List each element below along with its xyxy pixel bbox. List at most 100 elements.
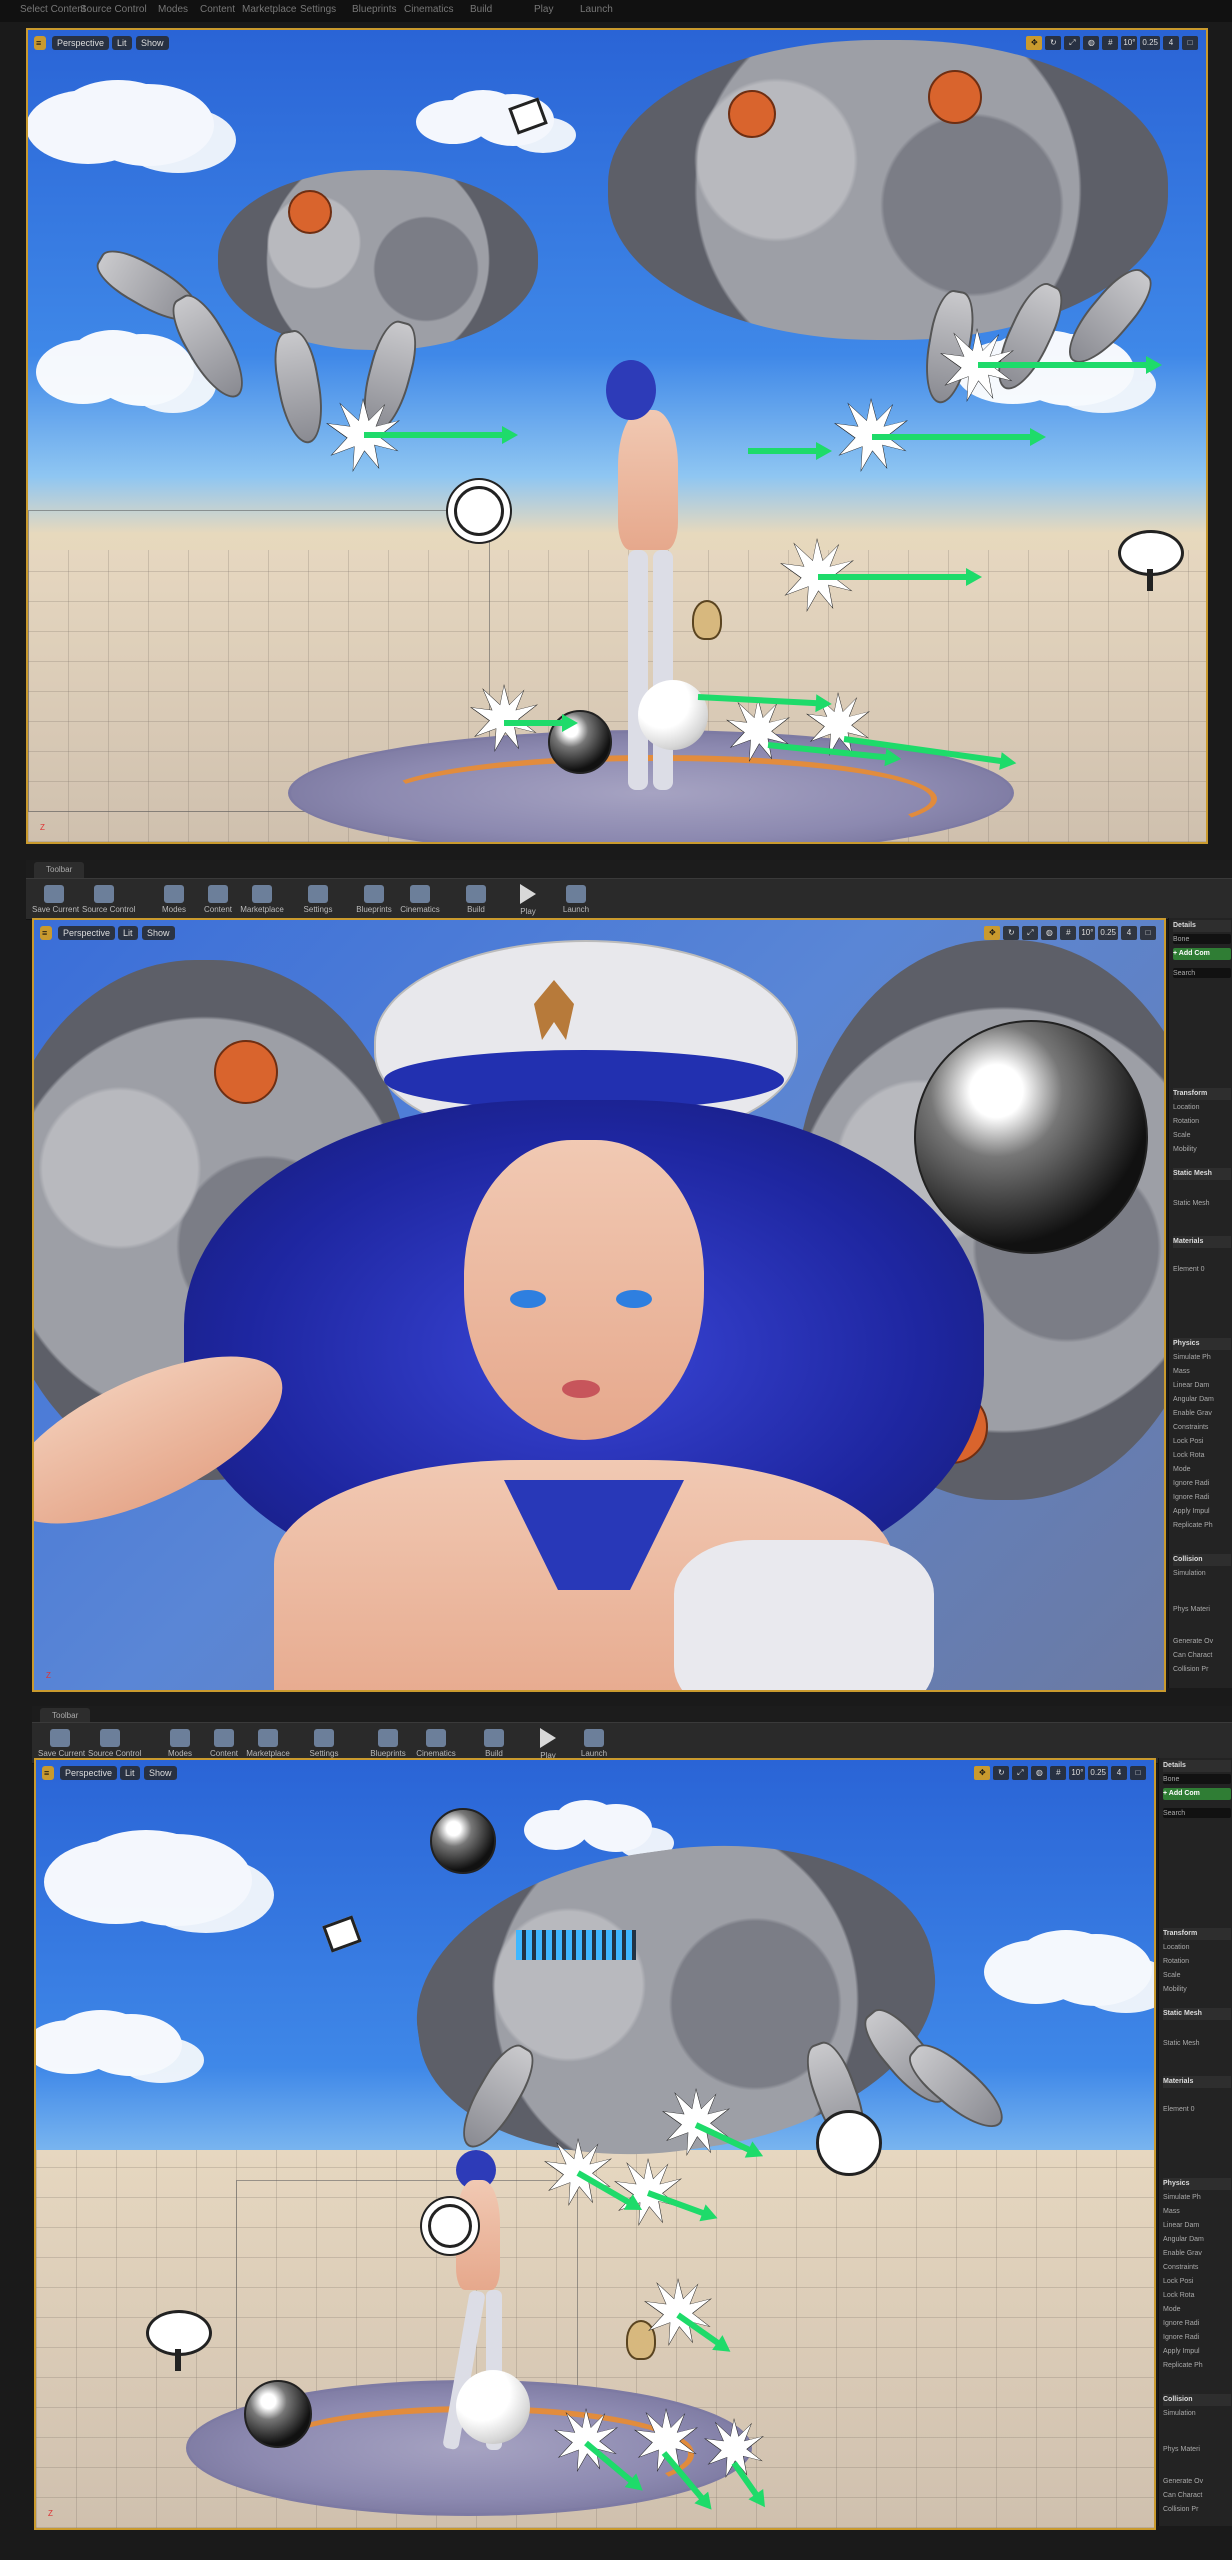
rotate-icon[interactable]: ↻ xyxy=(1045,36,1062,50)
world-icon[interactable]: ◍ xyxy=(1083,36,1100,50)
section-header[interactable]: Transform xyxy=(1163,1928,1231,1940)
translate-icon[interactable]: ✥ xyxy=(974,1766,991,1780)
viewport-menu-button[interactable]: ≡ xyxy=(34,36,46,50)
add-component-button[interactable]: + Add Com xyxy=(1173,948,1231,960)
lit-button[interactable]: Lit xyxy=(120,1766,140,1780)
modes-button[interactable]: Modes xyxy=(152,883,196,923)
lit-button[interactable]: Lit xyxy=(112,36,132,50)
section-header[interactable]: Materials xyxy=(1163,2076,1231,2088)
show-button[interactable]: Show xyxy=(142,926,175,940)
reflection-sphere-icon[interactable] xyxy=(430,1808,496,1874)
actor-name-field[interactable]: Bone xyxy=(1173,934,1231,944)
camera-count[interactable]: 4 xyxy=(1121,926,1137,940)
content-button[interactable]: Content xyxy=(196,883,240,923)
camera-gizmo-icon[interactable] xyxy=(322,1915,362,1953)
grid-value[interactable]: 10° xyxy=(1079,926,1096,940)
cinematics-button[interactable]: Cinematics xyxy=(398,883,442,923)
camera-speed[interactable]: 0.25 xyxy=(1098,926,1118,940)
grid-snap-icon[interactable]: # xyxy=(1050,1766,1067,1780)
show-button[interactable]: Show xyxy=(136,36,169,50)
source-control-button[interactable]: Source Control xyxy=(82,883,135,923)
menu-item[interactable]: Select Content xyxy=(20,4,86,15)
viewport-menu-button[interactable]: ≡ xyxy=(40,926,52,940)
section-header[interactable]: Physics xyxy=(1163,2178,1231,2190)
build-button[interactable]: Build xyxy=(454,883,498,923)
world-icon[interactable]: ◍ xyxy=(1031,1766,1048,1780)
sun-light-icon[interactable] xyxy=(454,486,504,536)
section-header[interactable]: Collision xyxy=(1163,2394,1231,2406)
grid-value[interactable]: 10° xyxy=(1069,1766,1086,1780)
menu-item[interactable]: Source Control xyxy=(80,4,147,15)
back-arrow-icon[interactable] xyxy=(816,2110,882,2176)
menu-item[interactable]: Marketplace xyxy=(242,4,296,15)
white-sphere-mesh[interactable] xyxy=(456,2370,530,2444)
menu-item[interactable]: Settings xyxy=(300,4,336,15)
sky-atmosphere-icon[interactable] xyxy=(146,2310,212,2371)
sun-light-icon[interactable] xyxy=(428,2204,472,2248)
launch-button[interactable]: Launch xyxy=(554,883,598,923)
section-header[interactable]: Static Mesh xyxy=(1173,1168,1231,1180)
menu-item[interactable]: Launch xyxy=(580,4,613,15)
menu-item[interactable]: Modes xyxy=(158,4,188,15)
white-sphere-mesh[interactable] xyxy=(638,680,708,750)
point-light-icon[interactable] xyxy=(692,600,722,640)
scale-icon[interactable]: ⤢ xyxy=(1064,36,1081,50)
grid-snap-icon[interactable]: # xyxy=(1060,926,1077,940)
camera-speed[interactable]: 0.25 xyxy=(1140,36,1160,50)
reflection-sphere-icon[interactable] xyxy=(244,2380,312,2448)
section-header[interactable]: Materials xyxy=(1173,1236,1231,1248)
section-header[interactable]: Physics xyxy=(1173,1338,1231,1350)
property-label: Constraints xyxy=(1163,2264,1199,2271)
world-icon[interactable]: ◍ xyxy=(1041,926,1058,940)
property-label: Ignore Radi xyxy=(1163,2334,1200,2341)
marketplace-button[interactable]: Marketplace xyxy=(240,883,284,923)
menu-item[interactable]: Content xyxy=(200,4,235,15)
section-header[interactable]: Transform xyxy=(1173,1088,1231,1100)
character-eye xyxy=(510,1290,546,1308)
rotate-icon[interactable]: ↻ xyxy=(993,1766,1010,1780)
lit-button[interactable]: Lit xyxy=(118,926,138,940)
camera-count[interactable]: 4 xyxy=(1163,36,1179,50)
maximize-icon[interactable]: □ xyxy=(1182,36,1198,50)
scale-icon[interactable]: ⤢ xyxy=(1012,1766,1029,1780)
scale-icon[interactable]: ⤢ xyxy=(1022,926,1039,940)
viewport-menu-button[interactable]: ≡ xyxy=(42,1766,54,1780)
menu-item[interactable]: Cinematics xyxy=(404,4,453,15)
sky-cloud xyxy=(1016,1930,1116,1990)
directional-light-icon[interactable] xyxy=(470,684,538,752)
add-component-button[interactable]: + Add Com xyxy=(1163,1788,1231,1800)
search-field[interactable]: Search xyxy=(1173,968,1231,978)
viewport-bottom[interactable]: ≡ Perspective Lit Show ✥ ↻ ⤢ ◍ # 10° 0.2… xyxy=(34,1758,1156,2530)
section-header[interactable]: Collision xyxy=(1173,1554,1231,1566)
rotate-icon[interactable]: ↻ xyxy=(1003,926,1020,940)
perspective-button[interactable]: Perspective xyxy=(60,1766,118,1780)
mech-dark-orb xyxy=(914,1020,1148,1254)
translate-icon[interactable]: ✥ xyxy=(984,926,1001,940)
grid-snap-icon[interactable]: # xyxy=(1102,36,1119,50)
directional-light-icon[interactable] xyxy=(726,698,790,762)
show-button[interactable]: Show xyxy=(144,1766,177,1780)
maximize-icon[interactable]: □ xyxy=(1140,926,1156,940)
property-label: Linear Dam xyxy=(1173,1382,1210,1389)
search-field[interactable]: Search xyxy=(1163,1808,1231,1818)
viewport-top[interactable]: ≡ Perspective Lit Show ✥ ↻ ⤢ ◍ # 10° 0.2… xyxy=(26,28,1208,844)
menu-item[interactable]: Play xyxy=(534,4,553,15)
camera-count[interactable]: 4 xyxy=(1111,1766,1127,1780)
actor-name-field[interactable]: Bone xyxy=(1163,1774,1231,1784)
tab-toolbar[interactable]: Toolbar xyxy=(34,862,85,878)
translate-icon[interactable]: ✥ xyxy=(1026,36,1043,50)
perspective-button[interactable]: Perspective xyxy=(58,926,116,940)
menu-item[interactable]: Blueprints xyxy=(352,4,396,15)
menu-item[interactable]: Build xyxy=(470,4,492,15)
section-header[interactable]: Static Mesh xyxy=(1163,2008,1231,2020)
blueprints-button[interactable]: Blueprints xyxy=(352,883,396,923)
grid-value[interactable]: 10° xyxy=(1121,36,1138,50)
maximize-icon[interactable]: □ xyxy=(1130,1766,1146,1780)
camera-speed[interactable]: 0.25 xyxy=(1088,1766,1108,1780)
save-current-button[interactable]: Save Current xyxy=(32,883,79,923)
perspective-button[interactable]: Perspective xyxy=(52,36,110,50)
play-button[interactable]: Play xyxy=(506,883,550,923)
viewport-middle[interactable]: ≡ Perspective Lit Show ✥ ↻ ⤢ ◍ # 10° 0.2… xyxy=(32,918,1166,1692)
settings-button[interactable]: Settings xyxy=(296,883,340,923)
sky-atmosphere-icon[interactable] xyxy=(1118,530,1184,591)
